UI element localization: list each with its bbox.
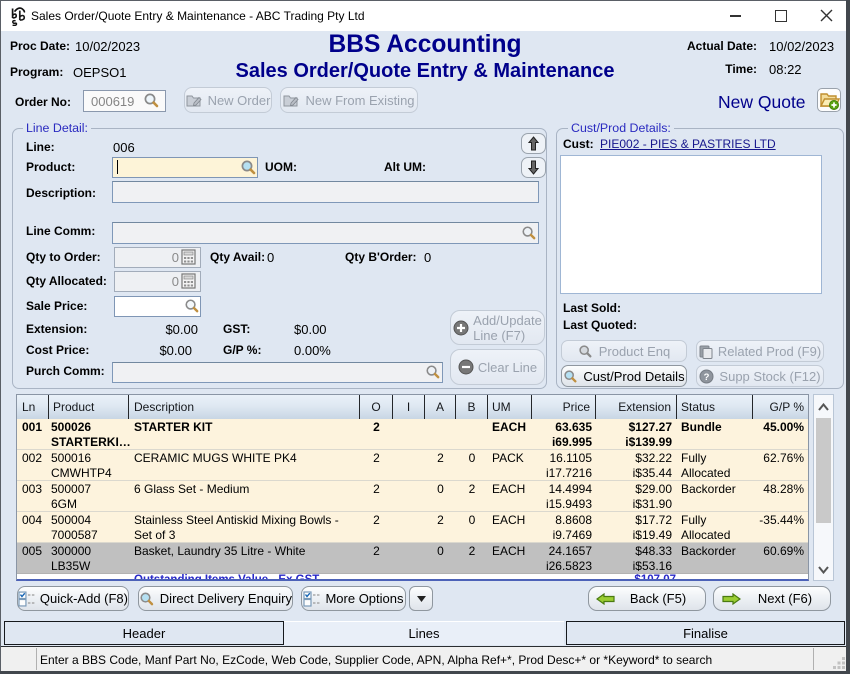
svg-text:?: ?: [704, 372, 710, 383]
